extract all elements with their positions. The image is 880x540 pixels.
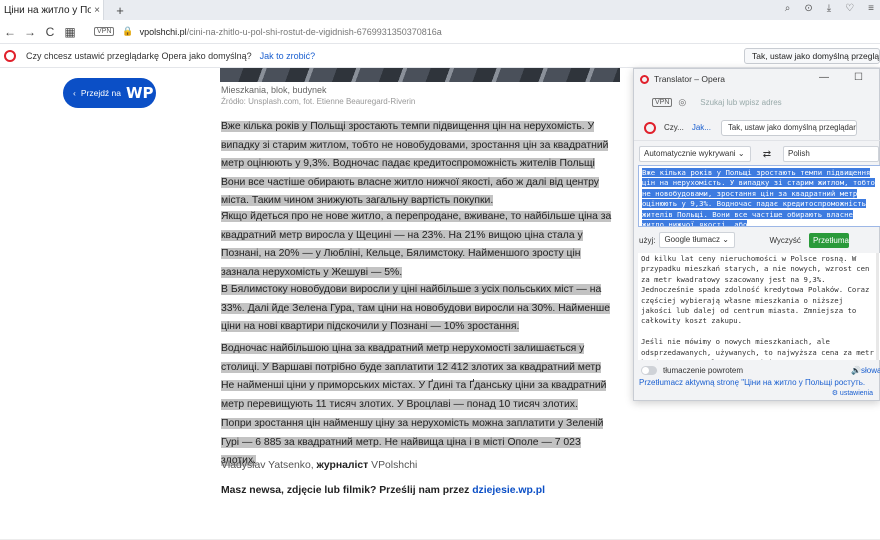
url-path: /cini-na-zhitlo-u-pol-shi-rostut-de-vigi…	[186, 26, 442, 37]
auto-translate-row: tłumaczenie powrotem 🔊 słowa	[634, 363, 880, 377]
translator-info-message: Czy...	[664, 123, 684, 132]
auto-translate-toggle[interactable]	[641, 365, 657, 375]
address-bar: ← → C ▦ VPN 🔒 vpolshchi.pl/cini-na-zhitl…	[0, 20, 880, 44]
listen-label[interactable]: słowa	[861, 366, 880, 375]
author-role: журналіст	[316, 460, 369, 471]
infobar-message: Czy chcesz ustawić przeglądarkę Opera ja…	[26, 50, 252, 61]
search-icon[interactable]: ⌕	[785, 3, 791, 14]
url-field[interactable]: vpolshchi.pl/cini-na-zhitlo-u-pol-shi-ro…	[140, 27, 442, 37]
opera-logo-icon	[4, 49, 16, 62]
forward-icon[interactable]: →	[20, 25, 40, 39]
translator-address-bar: VPN ◎ Szukaj lub wpisz adres	[634, 89, 880, 115]
translator-info-link[interactable]: Jak...	[692, 123, 711, 132]
auto-translate-label: tłumaczenie powrotem	[663, 365, 744, 375]
vpn-badge[interactable]: VPN	[652, 97, 673, 107]
infobar-link[interactable]: Jak to zrobić?	[260, 51, 316, 61]
lock-icon[interactable]: 🔒	[122, 26, 133, 37]
default-browser-infobar: Czy chcesz ustawić przeglądarkę Opera ja…	[0, 44, 880, 68]
author-name: Vladyslav Yatsenko,	[221, 460, 314, 471]
opera-logo-icon	[640, 74, 649, 84]
author-line: Vladyslav Yatsenko, журналіст VPolshchi	[221, 460, 417, 471]
article-paragraph: В Бялимстоку новобудови виросли у ціні н…	[221, 284, 611, 333]
speed-dial-icon[interactable]: ▦	[60, 25, 80, 39]
clear-button[interactable]: Wyczyść	[769, 236, 800, 245]
translator-set-default-button[interactable]: Tak, ustaw jako domyślną przeglądarkę	[720, 119, 857, 136]
source-text-area[interactable]: Вже кілька років у Польщі зростають темп…	[638, 165, 880, 227]
cta-text: Masz newsa, zdjęcie lub filmik? Prześlij…	[221, 485, 470, 496]
translator-window: Translator – Opera — ☐ VPN ◎ Szukaj lub …	[633, 68, 880, 401]
translator-titlebar: Translator – Opera — ☐	[634, 69, 879, 89]
author-outlet: VPolshchi	[371, 460, 418, 471]
close-tab-icon[interactable]: ×	[91, 5, 103, 16]
toolbar-icons: ⌕ ⊙ ⤓ ♡ ≡	[785, 3, 874, 14]
speaker-icon[interactable]: 🔊	[851, 366, 861, 375]
tab-bar: Ціни на житло у Польщі р × + ⌕ ⊙ ⤓ ♡ ≡	[0, 0, 880, 20]
translate-page-link[interactable]: Przetłumacz aktywną stronę "Ціни на житл…	[639, 378, 865, 387]
maximize-button[interactable]: ☐	[854, 72, 863, 83]
article-paragraph: Водночас найбільшою ціна за квадратний м…	[221, 343, 607, 410]
back-icon[interactable]: ←	[0, 25, 20, 39]
swap-languages-button[interactable]: ⇄	[757, 149, 777, 160]
cta-link[interactable]: dziejesie.wp.pl	[472, 485, 545, 496]
engine-label: użyj:	[639, 235, 656, 245]
download-icon[interactable]: ⤓	[827, 3, 831, 14]
article-paragraph: Якщо йдеться про не нове житло, а перепр…	[221, 211, 612, 278]
url-domain: vpolshchi.pl	[139, 26, 187, 37]
shield-icon[interactable]: ◎	[678, 97, 686, 108]
reload-icon[interactable]: C	[40, 25, 60, 39]
go-to-wp-button[interactable]: ‹ Przejdź na WP	[63, 78, 156, 108]
translate-button[interactable]: Przetłumacz	[808, 232, 849, 248]
target-language-select[interactable]: Polish	[783, 146, 879, 162]
menu-icon[interactable]: ≡	[868, 3, 874, 14]
chevron-left-icon: ‹	[73, 88, 76, 98]
output-scrollbar[interactable]	[876, 253, 879, 360]
tab-title: Ціни на житло у Польщі р	[4, 4, 91, 16]
browser-tab[interactable]: Ціни на житло у Польщі р ×	[0, 0, 104, 20]
photo-caption: Mieszkania, blok, budynek	[221, 85, 327, 95]
new-tab-button[interactable]: +	[110, 3, 130, 18]
snapshot-icon[interactable]: ⊙	[804, 3, 812, 14]
wp-logo: WP	[126, 84, 154, 102]
translator-search-input[interactable]: Szukaj lub wpisz adres	[700, 98, 781, 107]
translator-controls: użyj: Google tłumacz ⌄ Wyczyść Przetłuma…	[634, 231, 880, 249]
translator-window-title: Translator – Opera	[654, 74, 726, 84]
language-selector-row: Automatycznie wykrywani ⌄ ⇄ Polish	[634, 145, 880, 163]
news-cta: Masz newsa, zdjęcie lub filmik? Prześlij…	[221, 485, 545, 496]
minimize-button[interactable]: —	[819, 72, 829, 83]
article-paragraph: Вже кілька років у Польщі зростають темп…	[221, 121, 609, 207]
article-photo	[220, 68, 620, 82]
photo-credit: Źródło: Unsplash.com, fot. Etienne Beaur…	[221, 97, 416, 106]
settings-link[interactable]: ⚙ ustawienia	[832, 389, 873, 397]
wp-button-label: Przejdź na	[80, 88, 122, 98]
translation-output: Od kilku lat ceny nieruchomości w Polsce…	[638, 253, 880, 360]
source-language-select[interactable]: Automatycznie wykrywani ⌄	[639, 146, 751, 162]
set-default-button[interactable]: Tak, ustaw jako domyślną przeglądarkę	[744, 48, 880, 64]
engine-select[interactable]: Google tłumacz ⌄	[659, 232, 736, 248]
heart-icon[interactable]: ♡	[845, 3, 854, 14]
vpn-badge[interactable]: VPN	[94, 27, 115, 36]
opera-logo-icon	[644, 121, 656, 134]
translator-infobar: Czy... Jak... Tak, ustaw jako domyślną p…	[634, 115, 880, 141]
